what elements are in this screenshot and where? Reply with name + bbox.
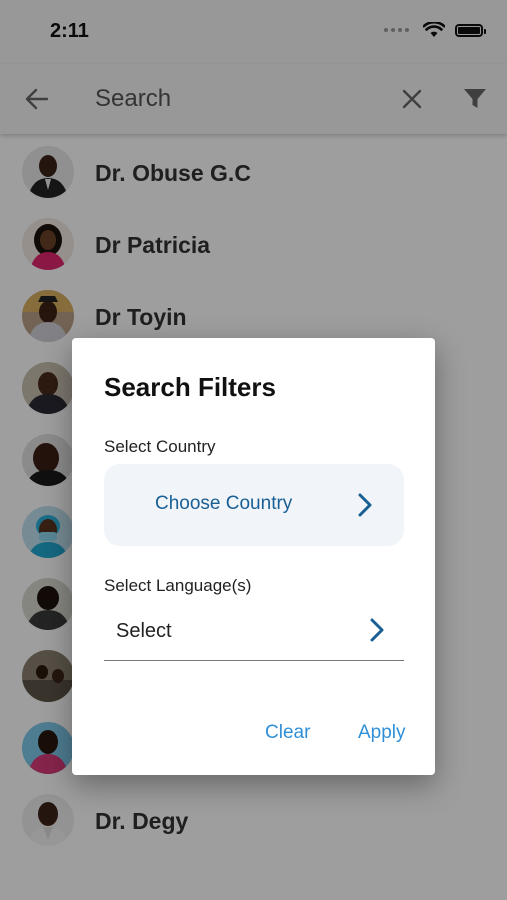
choose-country-button[interactable]: Choose Country	[104, 464, 404, 546]
chevron-right-icon	[358, 493, 372, 517]
chevron-right-icon	[370, 618, 384, 642]
language-value: Select	[116, 620, 172, 642]
country-value: Choose Country	[155, 493, 293, 514]
language-select[interactable]: Select	[104, 610, 404, 661]
dialog-title: Search Filters	[104, 372, 276, 402]
country-label: Select Country	[104, 437, 216, 456]
search-filters-dialog: Search Filters Select Country Choose Cou…	[72, 338, 435, 775]
apply-button[interactable]: Apply	[358, 722, 406, 744]
clear-button[interactable]: Clear	[265, 722, 310, 744]
language-label: Select Language(s)	[104, 576, 252, 595]
